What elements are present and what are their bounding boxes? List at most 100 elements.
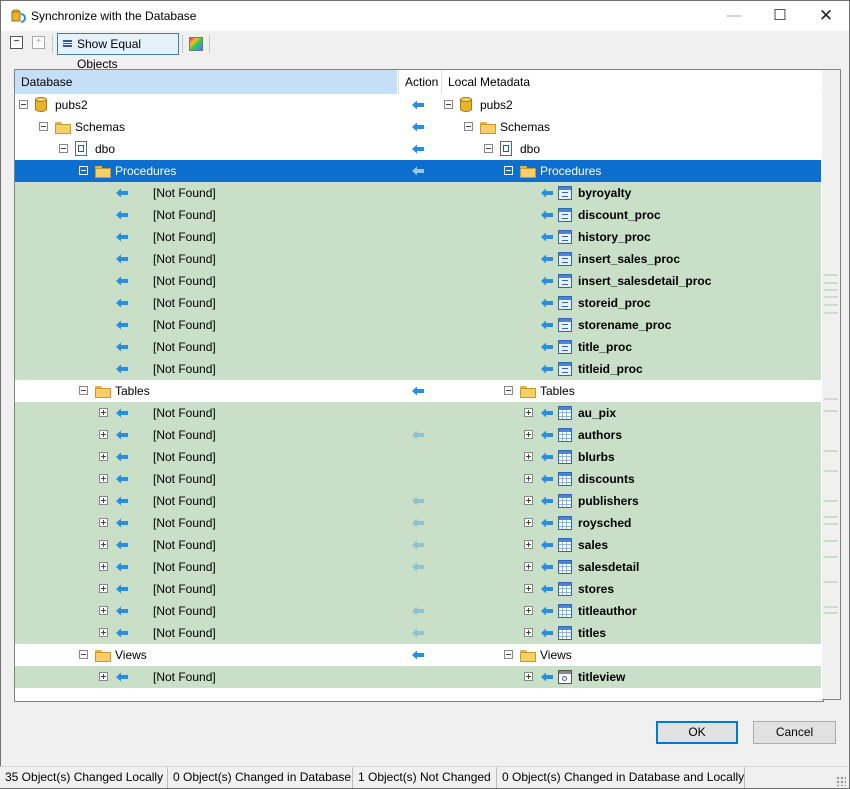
- cancel-button[interactable]: Cancel: [753, 721, 836, 744]
- sync-direction-arrow-icon[interactable]: [540, 517, 554, 529]
- expand-toggle[interactable]: [99, 518, 108, 527]
- expand-toggle[interactable]: [524, 562, 533, 571]
- sync-direction-arrow-icon[interactable]: [540, 363, 554, 375]
- sync-direction-arrow-icon[interactable]: [540, 297, 554, 309]
- sync-direction-arrow-faint-icon[interactable]: [411, 561, 425, 573]
- sync-direction-arrow-faint-icon[interactable]: [411, 605, 425, 617]
- sync-direction-arrow-icon[interactable]: [115, 341, 129, 353]
- table-row[interactable]: [Not Found] titles: [15, 622, 821, 644]
- expand-toggle[interactable]: [524, 672, 533, 681]
- table-row[interactable]: pubs2 pubs2: [15, 94, 821, 116]
- sync-direction-arrow-icon[interactable]: [115, 451, 129, 463]
- table-row[interactable]: [Not Found] titleview: [15, 666, 821, 688]
- collapse-toggle[interactable]: [79, 386, 88, 395]
- sync-direction-arrow-icon[interactable]: [115, 407, 129, 419]
- sync-direction-arrow-icon[interactable]: [115, 517, 129, 529]
- sync-direction-arrow-icon[interactable]: [411, 121, 425, 133]
- sync-direction-arrow-icon[interactable]: [540, 319, 554, 331]
- expand-toggle[interactable]: [524, 518, 533, 527]
- sync-direction-arrow-icon[interactable]: [115, 429, 129, 441]
- resize-grip[interactable]: [836, 776, 846, 786]
- table-row[interactable]: [Not Found] discounts: [15, 468, 821, 490]
- expand-all-icon[interactable]: +: [32, 36, 45, 49]
- sync-direction-arrow-icon[interactable]: [540, 253, 554, 265]
- sync-direction-arrow-icon[interactable]: [115, 671, 129, 683]
- table-row[interactable]: Tables Tables: [15, 380, 821, 402]
- expand-toggle[interactable]: [524, 606, 533, 615]
- sync-direction-arrow-icon[interactable]: [540, 561, 554, 573]
- sync-direction-arrow-icon[interactable]: [540, 341, 554, 353]
- collapse-toggle[interactable]: [484, 144, 493, 153]
- sync-direction-arrow-icon[interactable]: [540, 473, 554, 485]
- expand-toggle[interactable]: [99, 474, 108, 483]
- sync-direction-arrow-icon[interactable]: [411, 165, 425, 177]
- table-row[interactable]: Schemas Schemas: [15, 116, 821, 138]
- sync-direction-arrow-icon[interactable]: [115, 627, 129, 639]
- collapse-toggle[interactable]: [444, 100, 453, 109]
- sync-direction-arrow-icon[interactable]: [540, 209, 554, 221]
- table-row[interactable]: [Not Found] history_proc: [15, 226, 821, 248]
- sync-direction-arrow-icon[interactable]: [115, 495, 129, 507]
- sync-direction-arrow-icon[interactable]: [115, 187, 129, 199]
- sync-direction-arrow-icon[interactable]: [411, 385, 425, 397]
- sync-direction-arrow-icon[interactable]: [411, 649, 425, 661]
- table-row[interactable]: [Not Found] discount_proc: [15, 204, 821, 226]
- color-legend-icon[interactable]: [189, 37, 203, 51]
- expand-toggle[interactable]: [524, 408, 533, 417]
- table-row[interactable]: [Not Found] salesdetail: [15, 556, 821, 578]
- collapse-all-icon[interactable]: −: [10, 36, 23, 49]
- sync-direction-arrow-icon[interactable]: [115, 473, 129, 485]
- expand-toggle[interactable]: [524, 474, 533, 483]
- table-row[interactable]: [Not Found] storename_proc: [15, 314, 821, 336]
- table-row[interactable]: [Not Found] titleauthor: [15, 600, 821, 622]
- expand-toggle[interactable]: [99, 606, 108, 615]
- expand-toggle[interactable]: [99, 584, 108, 593]
- sync-direction-arrow-icon[interactable]: [115, 561, 129, 573]
- expand-toggle[interactable]: [524, 540, 533, 549]
- expand-toggle[interactable]: [99, 540, 108, 549]
- collapse-toggle[interactable]: [504, 650, 513, 659]
- sync-direction-arrow-icon[interactable]: [115, 209, 129, 221]
- sync-direction-arrow-icon[interactable]: [115, 253, 129, 265]
- sync-direction-arrow-icon[interactable]: [115, 231, 129, 243]
- sync-direction-arrow-icon[interactable]: [540, 495, 554, 507]
- sync-direction-arrow-icon[interactable]: [540, 407, 554, 419]
- sync-direction-arrow-icon[interactable]: [411, 143, 425, 155]
- sync-direction-arrow-icon[interactable]: [115, 583, 129, 595]
- expand-toggle[interactable]: [99, 562, 108, 571]
- table-row[interactable]: [Not Found] title_proc: [15, 336, 821, 358]
- table-row[interactable]: [Not Found] insert_sales_proc: [15, 248, 821, 270]
- column-header-local-metadata[interactable]: Local Metadata: [441, 70, 821, 94]
- sync-direction-arrow-icon[interactable]: [540, 583, 554, 595]
- sync-direction-arrow-icon[interactable]: [411, 99, 425, 111]
- sync-direction-arrow-icon[interactable]: [540, 671, 554, 683]
- sync-direction-arrow-icon[interactable]: [115, 363, 129, 375]
- collapse-toggle[interactable]: [79, 166, 88, 175]
- collapse-toggle[interactable]: [464, 122, 473, 131]
- show-equal-objects-button[interactable]: Show Equal Objects: [57, 33, 179, 71]
- table-row[interactable]: [Not Found] storeid_proc: [15, 292, 821, 314]
- table-row[interactable]: [Not Found] publishers: [15, 490, 821, 512]
- collapse-toggle[interactable]: [19, 100, 28, 109]
- table-row[interactable]: [Not Found] insert_salesdetail_proc: [15, 270, 821, 292]
- sync-direction-arrow-icon[interactable]: [115, 297, 129, 309]
- expand-toggle[interactable]: [524, 496, 533, 505]
- sync-direction-arrow-icon[interactable]: [540, 451, 554, 463]
- close-button[interactable]: ✕: [803, 1, 849, 31]
- collapse-toggle[interactable]: [59, 144, 68, 153]
- expand-toggle[interactable]: [524, 452, 533, 461]
- expand-toggle[interactable]: [99, 672, 108, 681]
- collapse-toggle[interactable]: [504, 386, 513, 395]
- table-row[interactable]: dbo dbo: [15, 138, 821, 160]
- sync-direction-arrow-icon[interactable]: [115, 605, 129, 617]
- table-row-selected[interactable]: Procedures Procedures: [15, 160, 821, 182]
- table-row[interactable]: [Not Found] blurbs: [15, 446, 821, 468]
- collapse-toggle[interactable]: [504, 166, 513, 175]
- sync-direction-arrow-icon[interactable]: [540, 429, 554, 441]
- sync-direction-arrow-icon[interactable]: [540, 231, 554, 243]
- expand-toggle[interactable]: [524, 430, 533, 439]
- sync-direction-arrow-icon[interactable]: [540, 605, 554, 617]
- sync-direction-arrow-faint-icon[interactable]: [411, 517, 425, 529]
- sync-direction-arrow-icon[interactable]: [115, 319, 129, 331]
- sync-direction-arrow-faint-icon[interactable]: [411, 539, 425, 551]
